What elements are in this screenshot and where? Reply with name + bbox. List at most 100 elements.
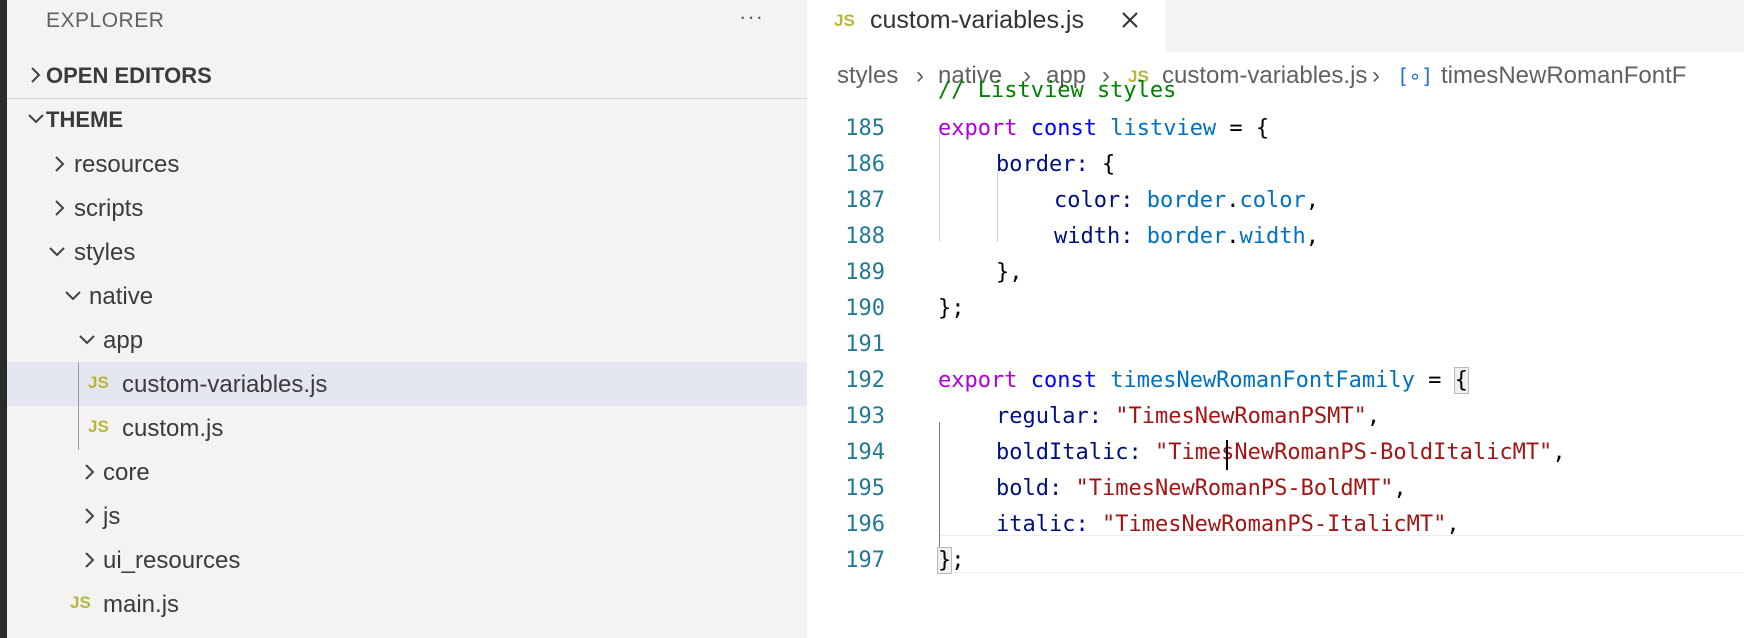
code-line-partial: // Listview styles	[938, 78, 1176, 103]
tree-item-label: styles	[74, 239, 136, 266]
indent-guide	[997, 170, 998, 242]
bracket-match-open: {	[1453, 367, 1469, 394]
tree-item-native[interactable]: native	[7, 274, 807, 318]
punct-token: ,	[1305, 188, 1319, 213]
line-number: 193	[845, 404, 885, 429]
code-line: color: border.color,	[1054, 188, 1319, 213]
property-token: italic:	[996, 512, 1089, 537]
editor-pane: JS custom-variables.js styles › native ›…	[807, 0, 1744, 638]
symbol-variable-icon: [∘]	[1397, 64, 1434, 88]
punct-token: ,	[1305, 224, 1319, 249]
open-editors-label: OPEN EDITORS	[46, 63, 212, 88]
punct-token: .	[1226, 188, 1240, 213]
line-number: 194	[845, 440, 885, 465]
chevron-right-icon	[55, 200, 65, 216]
tree-item-custom-variables-js[interactable]: JS custom-variables.js	[7, 362, 807, 406]
line-number: 186	[845, 152, 885, 177]
string-token: "TimesNewRomanPS-BoldMT"	[1075, 476, 1394, 501]
line-number: 185	[845, 116, 885, 141]
indent-guide-active	[939, 422, 940, 566]
keyword-token: const	[1030, 116, 1097, 141]
keyword-token: const	[1030, 368, 1097, 393]
code-line: bold: "TimesNewRomanPS-BoldMT",	[996, 476, 1407, 501]
breadcrumb-item-symbol[interactable]: timesNewRomanFontF	[1441, 62, 1686, 90]
breadcrumb-item-file[interactable]: custom-variables.js	[1162, 62, 1367, 90]
tree-item-custom-js[interactable]: JS custom.js	[7, 406, 807, 450]
property-token: width:	[1054, 224, 1134, 249]
chevron-right-icon	[85, 464, 95, 480]
identifier-token: width	[1239, 224, 1306, 249]
punct-token: ,	[1446, 512, 1460, 537]
theme-folder-label: THEME	[46, 107, 123, 132]
tree-indent-guide	[78, 362, 79, 450]
explorer-title: EXPLORER	[46, 9, 165, 32]
tree-item-scripts[interactable]: scripts	[7, 186, 807, 230]
code-line: boldItalic: "TimesNewRomanPS-BoldItalicM…	[996, 440, 1566, 465]
identifier-token: border	[1146, 188, 1227, 213]
tree-item-label: core	[103, 459, 150, 486]
code-line: };	[938, 296, 965, 321]
code-line: export const timesNewRomanFontFamily = {	[938, 367, 1469, 394]
chevron-right-icon	[55, 156, 65, 172]
open-editors-section[interactable]: OPEN EDITORS	[7, 54, 807, 98]
line-number: 188	[845, 224, 885, 249]
vscode-window: EXPLORER ··· OPEN EDITORS THEME resource…	[0, 0, 1744, 638]
punct-token: ;	[951, 548, 965, 573]
property-token: color:	[1054, 188, 1134, 213]
code-line: regular: "TimesNewRomanPSMT",	[996, 404, 1380, 429]
punct-token: ,	[1393, 476, 1407, 501]
comment-token: // Listview styles	[938, 78, 1177, 103]
string-token: "TimesNewRomanPSMT"	[1115, 404, 1367, 429]
tab-label: custom-variables.js	[870, 6, 1084, 34]
tree-item-core[interactable]: core	[7, 450, 807, 494]
line-number: 192	[845, 368, 885, 393]
code-line: };	[936, 547, 965, 574]
punct-token: ,	[1552, 440, 1566, 465]
chevron-down-icon	[65, 291, 81, 301]
string-token: "TimesNewRomanPS-ItalicMT"	[1101, 512, 1447, 537]
punct-token: = {	[1216, 116, 1270, 141]
tree-item-label: ui_resources	[103, 547, 241, 574]
tree-item-label: resources	[74, 151, 180, 178]
tab-custom-variables-js[interactable]: JS custom-variables.js	[807, 0, 1165, 54]
chevron-down-icon	[79, 335, 95, 345]
identifier-token: timesNewRomanFontFamily	[1110, 368, 1415, 393]
tree-item-resources[interactable]: resources	[7, 142, 807, 186]
property-token: bold:	[996, 476, 1063, 501]
string-token: "TimesNewRomanPS-BoldItalicMT"	[1154, 440, 1553, 465]
line-number: 195	[845, 476, 885, 501]
chevron-right-icon	[85, 552, 95, 568]
bracket-match-close: }	[936, 547, 953, 574]
tree-item-js[interactable]: js	[7, 494, 807, 538]
identifier-token: listview	[1110, 116, 1217, 141]
property-token: border:	[996, 152, 1089, 177]
close-icon[interactable]	[1118, 8, 1142, 32]
theme-section[interactable]: THEME	[7, 98, 807, 142]
more-actions-icon[interactable]: ···	[739, 4, 764, 30]
tree-item-styles[interactable]: styles	[7, 230, 807, 274]
breadcrumb-item-styles[interactable]: styles	[837, 62, 898, 90]
code-editor[interactable]: // Listview styles 185 186 187 188 189 1…	[807, 78, 1744, 638]
js-file-icon: JS	[88, 373, 109, 392]
js-file-icon: JS	[70, 593, 91, 612]
tree-item-app[interactable]: app	[7, 318, 807, 362]
tree-item-label: custom-variables.js	[122, 371, 328, 398]
property-token: regular:	[996, 404, 1102, 429]
punct-token: =	[1414, 368, 1455, 393]
identifier-token: color	[1239, 188, 1306, 213]
activity-bar-edge	[0, 0, 7, 638]
tree-item-label: main.js	[103, 591, 180, 618]
punct-token: {	[1088, 152, 1116, 177]
code-line: italic: "TimesNewRomanPS-ItalicMT",	[996, 512, 1460, 537]
tree-item-ui-resources[interactable]: ui_resources	[7, 538, 807, 582]
tree-item-main-js[interactable]: JS main.js	[7, 582, 807, 626]
punct-token: ,	[1366, 404, 1381, 429]
punct-token: };	[938, 296, 965, 321]
tree-item-label: custom.js	[122, 415, 224, 442]
line-number: 187	[845, 188, 885, 213]
code-line: width: border.width,	[1054, 224, 1319, 249]
chevron-right-icon	[31, 67, 41, 83]
tree-item-label: scripts	[74, 195, 144, 222]
code-line: border: {	[996, 152, 1115, 177]
chevron-down-icon	[49, 247, 65, 257]
